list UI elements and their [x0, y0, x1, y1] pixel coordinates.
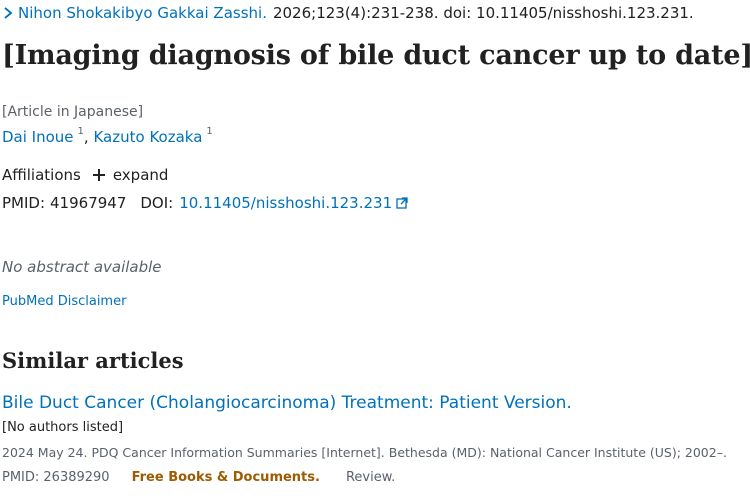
author-separator: ,	[83, 128, 89, 146]
author-list: Dai Inoue 1, Kazuto Kozaka 1	[2, 126, 213, 146]
affiliations-label: Affiliations	[2, 166, 81, 184]
similar-article-pmid: PMID: 26389290	[2, 470, 110, 485]
author-link[interactable]: Dai Inoue	[2, 128, 74, 146]
article-title: [Imaging diagnosis of bile duct cancer u…	[2, 40, 750, 71]
citation-details: 2026;123(4):231-238. doi: 10.11405/nissh…	[272, 4, 694, 22]
external-link-icon[interactable]	[396, 197, 408, 209]
abstract-text: No abstract available	[2, 258, 162, 276]
language-note: [Article in Japanese]	[2, 104, 144, 120]
chevron-right-icon[interactable]	[2, 6, 14, 20]
publication-type-label: Review.	[345, 470, 396, 485]
affiliation-ref[interactable]: 1	[206, 126, 212, 137]
author-link[interactable]: Kazuto Kozaka	[93, 128, 202, 146]
identifiers-row: PMID: 41967947 DOI: 10.11405/nisshoshi.1…	[2, 194, 408, 212]
similar-articles-heading: Similar articles	[2, 348, 184, 373]
journal-citation-line: Nihon Shokakibyo Gakkai Zasshi. 2026;123…	[2, 4, 694, 22]
free-books-badge: Free Books & Documents.	[131, 470, 320, 485]
pmid-label: PMID:	[2, 194, 46, 212]
doi-link[interactable]: 10.11405/nisshoshi.123.231	[179, 194, 392, 212]
similar-article-title-link[interactable]: Bile Duct Cancer (Cholangiocarcinoma) Tr…	[2, 393, 572, 413]
pubmed-disclaimer-link[interactable]: PubMed Disclaimer	[2, 294, 126, 309]
journal-link[interactable]: Nihon Shokakibyo Gakkai Zasshi.	[18, 4, 267, 22]
expand-affiliations-button[interactable]: expand	[92, 166, 169, 184]
similar-article-authors: [No authors listed]	[2, 420, 124, 435]
plus-icon	[92, 169, 105, 181]
doi-label: DOI:	[140, 194, 174, 212]
similar-article-citation: 2024 May 24. PDQ Cancer Information Summ…	[2, 445, 727, 460]
pmid-value: 41967947	[50, 194, 127, 212]
affiliation-ref[interactable]: 1	[78, 126, 84, 137]
similar-article-meta: PMID: 26389290 Free Books & Documents. R…	[2, 470, 395, 485]
expand-label: expand	[112, 166, 169, 184]
affiliations-row: Affiliations expand	[2, 166, 168, 184]
